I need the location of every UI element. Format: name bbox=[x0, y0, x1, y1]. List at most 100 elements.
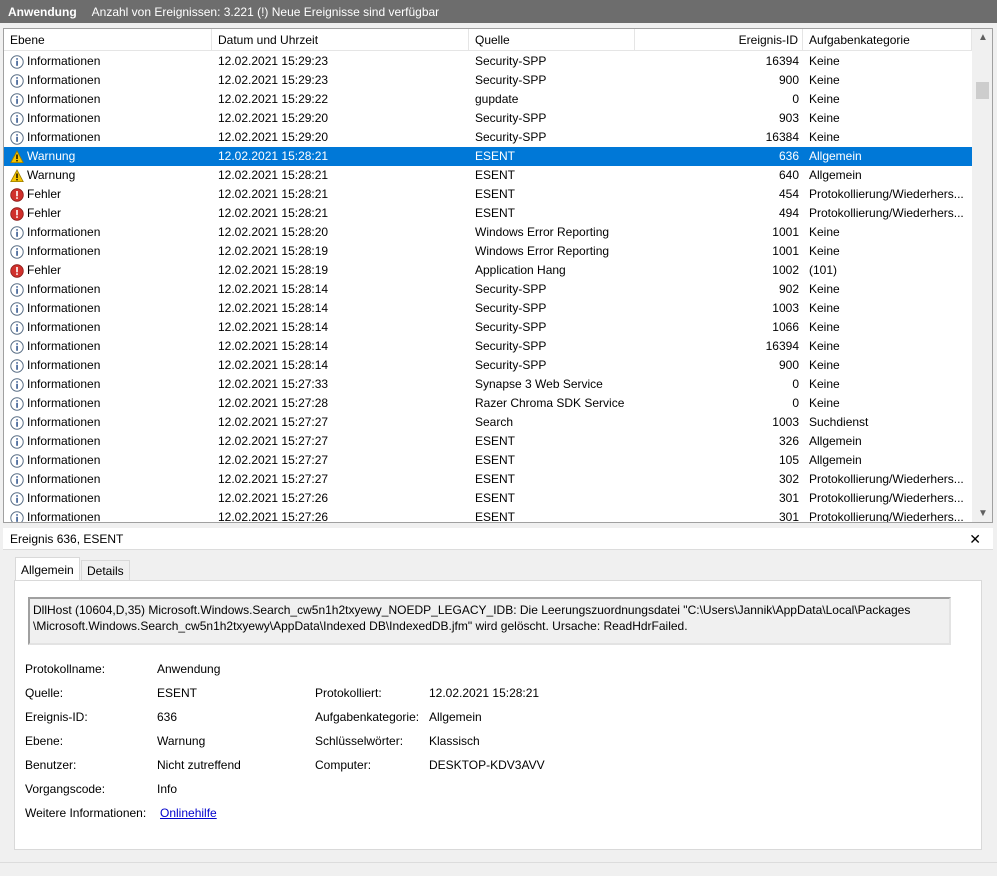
category-cell: Keine bbox=[809, 111, 840, 125]
scroll-down-arrow-icon[interactable]: ▼ bbox=[973, 505, 992, 522]
date-cell: 12.02.2021 15:28:21 bbox=[218, 206, 329, 220]
source-cell: ESENT bbox=[475, 187, 516, 201]
column-header-row: Ebene Datum und Uhrzeit Quelle Ereignis-… bbox=[4, 29, 972, 51]
table-row[interactable]: Informationen 12.02.2021 15:27:27 ESENT 105… bbox=[4, 451, 972, 470]
event-id-value: 636 bbox=[157, 710, 178, 724]
info-icon bbox=[10, 54, 27, 69]
event-list[interactable]: Ebene Datum und Uhrzeit Quelle Ereignis-… bbox=[3, 28, 993, 523]
column-header-event-id[interactable]: Ereignis-ID bbox=[635, 29, 803, 51]
detail-header: Ereignis 636, ESENT ✕ bbox=[3, 528, 993, 550]
event-count-text[interactable]: Anzahl von Ereignissen: 3.221 (!) Neue E… bbox=[92, 5, 440, 19]
table-row[interactable]: Informationen 12.02.2021 15:27:26 ESENT 301… bbox=[4, 508, 972, 523]
date-cell: 12.02.2021 15:28:14 bbox=[218, 301, 329, 315]
column-header-date[interactable]: Datum und Uhrzeit bbox=[212, 29, 469, 51]
event-message-box[interactable]: DllHost (10604,D,35) Microsoft.Windows.S… bbox=[28, 597, 951, 645]
level-text: Informationen bbox=[27, 225, 101, 239]
table-row[interactable]: Fehler 12.02.2021 15:28:21 ESENT 494 Protoko… bbox=[4, 204, 972, 223]
table-row[interactable]: Informationen 12.02.2021 15:27:27 Search 10… bbox=[4, 413, 972, 432]
event-id-cell: 16384 bbox=[765, 130, 799, 144]
table-row[interactable]: Informationen 12.02.2021 15:29:20 Security… bbox=[4, 109, 972, 128]
table-row[interactable]: Informationen 12.02.2021 15:27:27 ESENT 302… bbox=[4, 470, 972, 489]
category-cell: Keine bbox=[809, 73, 840, 87]
table-row[interactable]: Informationen 12.02.2021 15:29:20 Security… bbox=[4, 128, 972, 147]
category-cell: Keine bbox=[809, 92, 840, 106]
table-row[interactable]: Informationen 12.02.2021 15:28:19 Windows … bbox=[4, 242, 972, 261]
table-row[interactable]: Informationen 12.02.2021 15:27:33 Synapse … bbox=[4, 375, 972, 394]
table-row[interactable]: Informationen 12.02.2021 15:28:20 Windows … bbox=[4, 223, 972, 242]
close-icon[interactable]: ✕ bbox=[969, 528, 981, 550]
level-text: Fehler bbox=[27, 206, 62, 220]
table-row[interactable]: Informationen 12.02.2021 15:28:14 Security… bbox=[4, 318, 972, 337]
online-help-link[interactable]: Onlinehilfe bbox=[160, 806, 217, 820]
level-label: Ebene: bbox=[25, 734, 64, 748]
level-cell: Informationen bbox=[10, 394, 210, 413]
level-cell: Informationen bbox=[10, 432, 210, 451]
table-row[interactable]: Informationen 12.02.2021 15:29:23 Security… bbox=[4, 52, 972, 71]
event-id-cell: 0 bbox=[792, 396, 799, 410]
info-icon bbox=[10, 472, 27, 487]
level-text: Warnung bbox=[27, 149, 76, 163]
source-cell: Search bbox=[475, 415, 514, 429]
category-cell: Protokollierung/Wiederhers... bbox=[809, 510, 964, 523]
log-name-value: Anwendung bbox=[157, 662, 221, 676]
table-row[interactable]: Informationen 12.02.2021 15:28:14 Security… bbox=[4, 280, 972, 299]
level-text: Informationen bbox=[27, 358, 101, 372]
scroll-up-arrow-icon[interactable]: ▲ bbox=[973, 29, 992, 46]
table-row[interactable]: Warnung 12.02.2021 15:28:21 ESENT 640 Allgem… bbox=[4, 166, 972, 185]
source-cell: ESENT bbox=[475, 168, 516, 182]
event-id-cell: 636 bbox=[778, 149, 799, 163]
table-row[interactable]: Informationen 12.02.2021 15:29:22 gupdate 0… bbox=[4, 90, 972, 109]
scrollbar-thumb[interactable] bbox=[976, 82, 989, 99]
source-cell: Windows Error Reporting bbox=[475, 225, 610, 239]
date-cell: 12.02.2021 15:27:26 bbox=[218, 491, 329, 505]
date-cell: 12.02.2021 15:29:23 bbox=[218, 54, 329, 68]
table-row[interactable]: Fehler 12.02.2021 15:28:21 ESENT 454 Protoko… bbox=[4, 185, 972, 204]
table-row[interactable]: Informationen 12.02.2021 15:29:23 Security… bbox=[4, 71, 972, 90]
info-icon bbox=[10, 301, 27, 316]
source-cell: ESENT bbox=[475, 453, 516, 467]
table-row[interactable]: Informationen 12.02.2021 15:27:26 ESENT 301… bbox=[4, 489, 972, 508]
column-header-category[interactable]: Aufgabenkategorie bbox=[803, 29, 972, 51]
table-row[interactable]: Warnung 12.02.2021 15:28:21 ESENT 636 Allgem… bbox=[4, 147, 972, 166]
level-text: Informationen bbox=[27, 111, 101, 125]
category-cell: Protokollierung/Wiederhers... bbox=[809, 472, 964, 486]
level-text: Informationen bbox=[27, 415, 101, 429]
column-header-source[interactable]: Quelle bbox=[469, 29, 635, 51]
level-cell: Informationen bbox=[10, 128, 210, 147]
tab-details[interactable]: Details bbox=[81, 560, 130, 581]
level-text: Informationen bbox=[27, 396, 101, 410]
category-cell: Keine bbox=[809, 225, 840, 239]
event-id-cell: 640 bbox=[778, 168, 799, 182]
date-cell: 12.02.2021 15:27:27 bbox=[218, 472, 329, 486]
column-header-level[interactable]: Ebene bbox=[4, 29, 212, 51]
table-row[interactable]: Informationen 12.02.2021 15:28:14 Security… bbox=[4, 299, 972, 318]
task-category-value: Allgemein bbox=[429, 710, 482, 724]
info-icon bbox=[10, 339, 27, 354]
level-cell: Informationen bbox=[10, 109, 210, 128]
event-message-line-1: DllHost (10604,D,35) Microsoft.Windows.S… bbox=[33, 603, 911, 617]
more-info-label: Weitere Informationen: bbox=[25, 806, 147, 820]
tab-allgemein[interactable]: Allgemein bbox=[15, 557, 80, 581]
date-cell: 12.02.2021 15:28:19 bbox=[218, 244, 329, 258]
vertical-scrollbar[interactable]: ▲ ▼ bbox=[972, 29, 992, 522]
category-cell: Keine bbox=[809, 320, 840, 334]
level-cell: Informationen bbox=[10, 90, 210, 109]
source-cell: gupdate bbox=[475, 92, 519, 106]
source-cell: ESENT bbox=[475, 149, 516, 163]
source-cell: ESENT bbox=[475, 510, 516, 523]
table-row[interactable]: Informationen 12.02.2021 15:28:14 Security… bbox=[4, 337, 972, 356]
source-cell: Security-SPP bbox=[475, 282, 547, 296]
level-text: Fehler bbox=[27, 187, 62, 201]
date-cell: 12.02.2021 15:28:21 bbox=[218, 149, 329, 163]
table-row[interactable]: Fehler 12.02.2021 15:28:19 Application Han… bbox=[4, 261, 972, 280]
error-icon bbox=[10, 206, 27, 221]
table-row[interactable]: Informationen 12.02.2021 15:27:27 ESENT 326… bbox=[4, 432, 972, 451]
level-text: Informationen bbox=[27, 377, 101, 391]
table-row[interactable]: Informationen 12.02.2021 15:28:14 Security… bbox=[4, 356, 972, 375]
table-row[interactable]: Informationen 12.02.2021 15:27:28 Razer Ch… bbox=[4, 394, 972, 413]
level-value: Warnung bbox=[157, 734, 206, 748]
date-cell: 12.02.2021 15:28:14 bbox=[218, 320, 329, 334]
category-cell: Keine bbox=[809, 244, 840, 258]
info-icon bbox=[10, 453, 27, 468]
date-cell: 12.02.2021 15:28:21 bbox=[218, 187, 329, 201]
